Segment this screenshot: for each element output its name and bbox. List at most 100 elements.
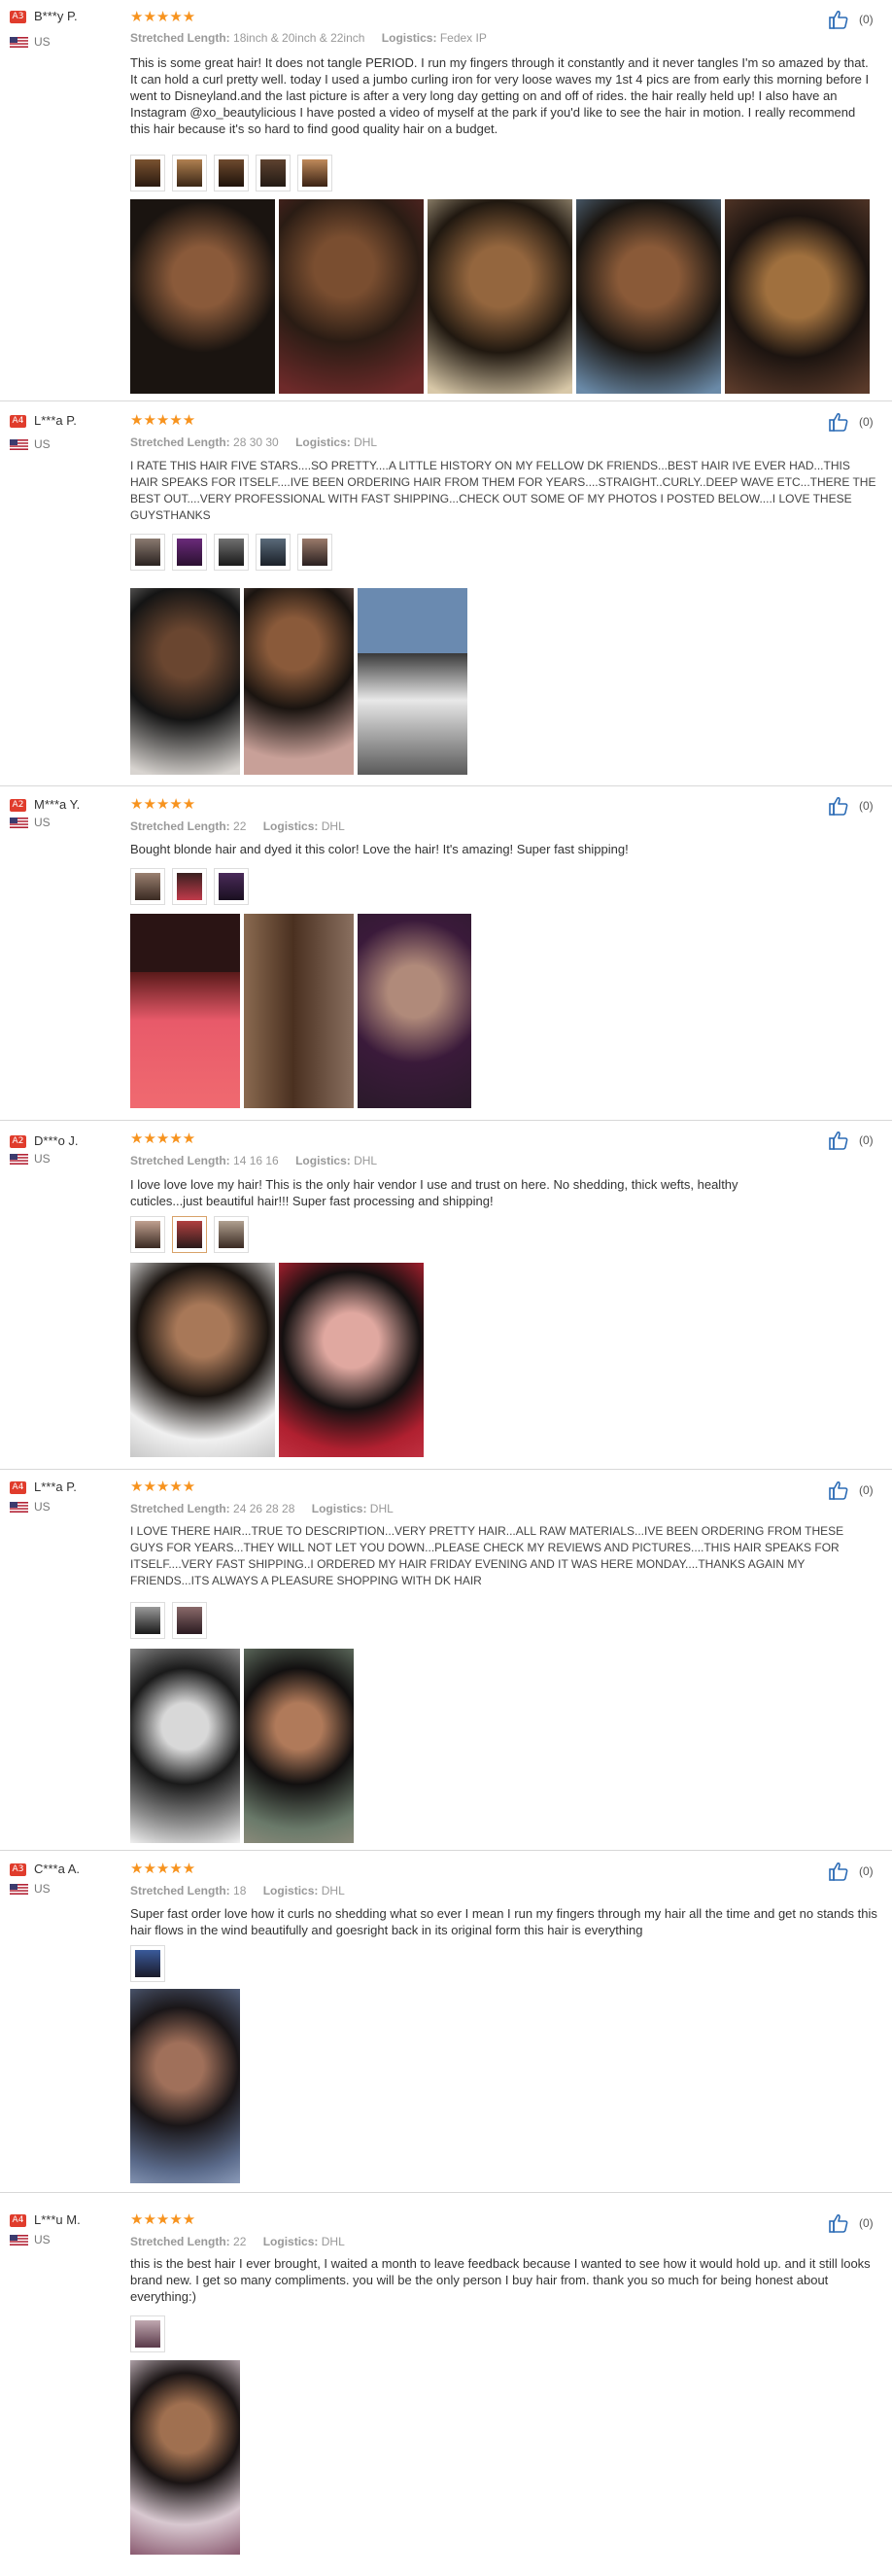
star-rating: ★★★★★ bbox=[130, 1131, 196, 1147]
review-photos bbox=[130, 1989, 240, 2183]
logistics-value: Fedex IP bbox=[439, 31, 487, 45]
thumbs-up-icon[interactable] bbox=[828, 411, 849, 433]
review-text: I LOVE THERE HAIR...TRUE TO DESCRIPTION.… bbox=[130, 1524, 844, 1587]
photo-thumbnail[interactable] bbox=[172, 1602, 207, 1639]
photo-thumbnail[interactable] bbox=[214, 868, 249, 905]
review-text: I love love love my hair! This is the on… bbox=[130, 1177, 738, 1208]
reviewer-country: US bbox=[34, 437, 51, 451]
photo-thumbnail[interactable] bbox=[172, 534, 207, 571]
review-photos bbox=[130, 1649, 354, 1843]
stretched-length-value: 18 bbox=[233, 1884, 247, 1897]
photo-thumbnails bbox=[130, 1216, 249, 1253]
photo-thumbnail[interactable] bbox=[172, 868, 207, 905]
photo-thumbnail[interactable] bbox=[130, 1945, 165, 1982]
like-count: (0) bbox=[859, 415, 874, 429]
photo-thumbnail[interactable] bbox=[172, 1216, 207, 1253]
photo-thumbnail[interactable] bbox=[130, 155, 165, 191]
photo-thumbnail[interactable] bbox=[256, 534, 291, 571]
star-rating: ★★★★★ bbox=[130, 1861, 196, 1877]
review-photo[interactable] bbox=[358, 588, 467, 775]
logistics-label: Logistics: bbox=[295, 1154, 351, 1167]
reviewer-name: L***u M. bbox=[34, 2212, 81, 2227]
review-photo[interactable] bbox=[130, 2360, 240, 2555]
reviewer-name: L***a P. bbox=[34, 1479, 77, 1494]
like-count: (0) bbox=[859, 2216, 874, 2230]
reviewer-country: US bbox=[34, 2233, 51, 2246]
logistics-label: Logistics: bbox=[262, 2235, 319, 2248]
review-photo[interactable] bbox=[279, 199, 424, 394]
thumbs-up-icon[interactable] bbox=[828, 1861, 849, 1882]
review-photo[interactable] bbox=[576, 199, 721, 394]
photo-thumbnail[interactable] bbox=[297, 155, 332, 191]
review-meta: Stretched Length: 18 Logistics: DHL bbox=[130, 1884, 359, 1897]
photo-thumbnail[interactable] bbox=[130, 1602, 165, 1639]
photo-thumbnail[interactable] bbox=[214, 155, 249, 191]
stretched-length-label: Stretched Length: bbox=[130, 2235, 230, 2248]
review-text: Super fast order love how it curls no sh… bbox=[130, 1906, 877, 1937]
stretched-length-value: 24 26 28 28 bbox=[233, 1502, 295, 1515]
stretched-length-value: 18inch & 20inch & 22inch bbox=[233, 31, 365, 45]
star-rating: ★★★★★ bbox=[130, 1479, 196, 1495]
stretched-length-value: 22 bbox=[233, 819, 247, 833]
photo-thumbnail[interactable] bbox=[214, 1216, 249, 1253]
reviewer-country: US bbox=[34, 1152, 51, 1166]
review-photo[interactable] bbox=[244, 1649, 354, 1843]
stretched-length-label: Stretched Length: bbox=[130, 1884, 230, 1897]
star-rating: ★★★★★ bbox=[130, 9, 196, 25]
reviewer-name: D***o J. bbox=[34, 1133, 79, 1148]
buyer-level-badge: A4 bbox=[10, 415, 26, 428]
photo-thumbnail[interactable] bbox=[214, 534, 249, 571]
review-text: I RATE THIS HAIR FIVE STARS....SO PRETTY… bbox=[130, 459, 876, 522]
review-photo[interactable] bbox=[244, 914, 354, 1108]
review-photo[interactable] bbox=[725, 199, 870, 394]
like-count: (0) bbox=[859, 1133, 874, 1147]
review-photo[interactable] bbox=[279, 1263, 424, 1457]
logistics-value: DHL bbox=[321, 819, 345, 833]
review-photo[interactable] bbox=[130, 588, 240, 775]
us-flag-icon bbox=[10, 439, 28, 450]
photo-thumbnail[interactable] bbox=[297, 534, 332, 571]
photo-thumbnails bbox=[130, 868, 249, 905]
review-photo[interactable] bbox=[130, 914, 240, 1108]
logistics-value: DHL bbox=[354, 435, 378, 449]
review-photo[interactable] bbox=[130, 199, 275, 394]
thumbs-up-icon[interactable] bbox=[828, 9, 849, 30]
photo-thumbnail[interactable] bbox=[130, 868, 165, 905]
photo-thumbnail[interactable] bbox=[172, 155, 207, 191]
review-photo[interactable] bbox=[130, 1263, 275, 1457]
us-flag-icon bbox=[10, 1154, 28, 1165]
like-count: (0) bbox=[859, 1864, 874, 1878]
thumbs-up-icon[interactable] bbox=[828, 1479, 849, 1501]
review-item: A4 L***u M. US ★★★★★ Stretched Length: 2… bbox=[0, 2193, 892, 2575]
review-item: A2 D***o J. US ★★★★★ Stretched Length: 1… bbox=[0, 1121, 892, 1470]
photo-thumbnail[interactable] bbox=[256, 155, 291, 191]
review-item: A4 L***a P. US ★★★★★ Stretched Length: 2… bbox=[0, 401, 892, 786]
review-photo[interactable] bbox=[130, 1989, 240, 2183]
us-flag-icon bbox=[10, 37, 28, 48]
thumbs-up-icon[interactable] bbox=[828, 2212, 849, 2234]
review-item: A3 C***a A. US ★★★★★ Stretched Length: 1… bbox=[0, 1851, 892, 2193]
review-photo[interactable] bbox=[244, 588, 354, 775]
photo-thumbnail[interactable] bbox=[130, 2315, 165, 2352]
review-photos bbox=[130, 2360, 240, 2555]
review-photo[interactable] bbox=[358, 914, 471, 1108]
reviewer-country: US bbox=[34, 35, 51, 49]
review-photo[interactable] bbox=[428, 199, 572, 394]
review-text: this is the best hair I ever brought, I … bbox=[130, 2256, 871, 2304]
photo-thumbnails bbox=[130, 1945, 165, 1982]
stretched-length-label: Stretched Length: bbox=[130, 31, 230, 45]
thumbs-up-icon[interactable] bbox=[828, 1130, 849, 1151]
star-rating: ★★★★★ bbox=[130, 2211, 196, 2228]
logistics-label: Logistics: bbox=[262, 819, 319, 833]
review-photos bbox=[130, 914, 471, 1108]
photo-thumbnail[interactable] bbox=[130, 534, 165, 571]
buyer-level-badge: A2 bbox=[10, 1135, 26, 1148]
thumbs-up-icon[interactable] bbox=[828, 795, 849, 817]
star-rating: ★★★★★ bbox=[130, 412, 196, 429]
stretched-length-label: Stretched Length: bbox=[130, 1154, 230, 1167]
photo-thumbnails bbox=[130, 534, 332, 571]
reviewer-name: L***a P. bbox=[34, 413, 77, 428]
photo-thumbnail[interactable] bbox=[130, 1216, 165, 1253]
review-photos bbox=[130, 1263, 424, 1457]
review-photo[interactable] bbox=[130, 1649, 240, 1843]
